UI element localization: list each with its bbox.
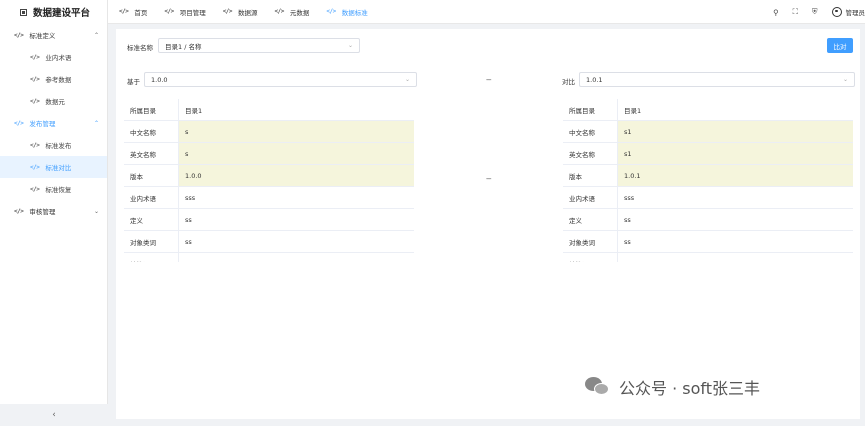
table-row: 英文名称 s1	[563, 143, 853, 165]
sidebar-item-standard-compare[interactable]: </> 标准对比	[0, 156, 107, 178]
user-avatar-icon[interactable]	[831, 7, 842, 17]
chevron-up-icon: ⌃	[93, 31, 99, 39]
code-icon: </>	[30, 75, 40, 83]
chevron-down-icon: ⌄	[347, 42, 353, 49]
code-icon: </>	[30, 53, 40, 61]
search-icon[interactable]: ⚲	[773, 8, 779, 17]
code-icon: </>	[30, 141, 40, 149]
table-row: 定义 ss	[124, 209, 414, 231]
sidebar-item-data-element[interactable]: </> 数据元	[0, 90, 107, 112]
sidebar-item-industry-terms[interactable]: </> 业内术语	[0, 46, 107, 68]
base-label: 基于	[127, 78, 140, 86]
sidebar-nav: </> 标准定义 ⌃ </> 业内术语 </> 参考数据 </> 数据元 </> 发布管理…	[0, 24, 107, 222]
target-version-select[interactable]: 1.0.1 ⌄	[579, 72, 855, 87]
table-row: 对象类词 ss	[124, 231, 414, 253]
code-icon: </>	[119, 8, 129, 15]
separator: ---	[486, 175, 491, 183]
watermark: 公众号 · soft张三丰	[585, 375, 760, 399]
table-row: 版本 1.0.0	[124, 165, 414, 187]
chevron-up-icon: ⌃	[93, 119, 99, 127]
sidebar-group-release-management[interactable]: </> 发布管理 ⌃	[0, 112, 107, 134]
standard-name-label: 标准名称	[127, 44, 153, 52]
code-icon: </>	[14, 31, 24, 39]
table-row: 业内术语 sss	[124, 187, 414, 209]
table-row: 所属目录 目录1	[124, 99, 414, 121]
table-row: 特性词ss	[563, 253, 853, 262]
table-row: 业内术语 sss	[563, 187, 853, 209]
top-actions: ⚲ ⛶ ⛨ 管理员	[759, 0, 865, 24]
logo-icon	[20, 8, 27, 16]
sidebar-item-reference-data[interactable]: </> 参考数据	[0, 68, 107, 90]
standard-name-select[interactable]: 目录1 / 名称 ⌄	[158, 38, 360, 53]
sidebar: 数据建设平台 </> 标准定义 ⌃ </> 业内术语 </> 参考数据 </> 数据元 …	[0, 0, 108, 426]
code-icon: </>	[164, 8, 174, 15]
chevron-down-icon: ⌄	[93, 207, 99, 215]
code-icon: </>	[274, 8, 285, 15]
table-row: 中文名称 s	[124, 121, 414, 143]
wechat-icon	[585, 377, 611, 397]
base-version-select[interactable]: 1.0.0 ⌄	[144, 72, 417, 87]
top-nav: </> 首页 </> 项目管理 </> 数据源 </> 元数据 </> 数据标准 ⚲ ⛶ …	[108, 0, 865, 24]
sidebar-item-standard-restore[interactable]: </> 标准恢复	[0, 178, 107, 200]
tab-data-standard[interactable]: </> 数据标准	[326, 7, 367, 17]
sidebar-group-review-management[interactable]: </> 审核管理 ⌄	[0, 200, 107, 222]
table-row: 特性词ss	[124, 253, 414, 262]
code-icon: </>	[326, 8, 336, 15]
tab-metadata[interactable]: </> 元数据	[275, 7, 310, 17]
tab-home[interactable]: </> 首页	[119, 7, 147, 17]
chevron-down-icon: ⌄	[404, 76, 410, 83]
table-row: 中文名称 s1	[563, 121, 853, 143]
main-panel: 标准名称 目录1 / 名称 ⌄ 比对 基于 1.0.0 ⌄ --- 对比 1.0…	[116, 29, 860, 419]
target-label: 对比	[562, 78, 575, 86]
app-logo: 数据建设平台	[0, 0, 107, 24]
code-icon: </>	[30, 163, 40, 171]
tab-project-management[interactable]: </> 项目管理	[164, 7, 205, 17]
code-icon: </>	[30, 185, 40, 193]
base-compare-table: 所属目录 目录1 中文名称 s 英文名称 s 版本 1.0.0 业内术语 sss 定义 ss…	[124, 99, 414, 262]
chevron-down-icon: ⌄	[842, 76, 848, 83]
table-row: 定义 ss	[563, 209, 853, 231]
target-compare-table: 所属目录 目录1 中文名称 s1 英文名称 s1 版本 1.0.1 业内术语 sss 定义…	[563, 99, 853, 262]
user-name[interactable]: 管理员	[846, 7, 865, 17]
sidebar-item-standard-release[interactable]: </> 标准发布	[0, 134, 107, 156]
table-row: 版本 1.0.1	[563, 165, 853, 187]
shield-icon[interactable]: ⛨	[812, 7, 818, 17]
sidebar-group-standard-definition[interactable]: </> 标准定义 ⌃	[0, 24, 107, 46]
table-row: 英文名称 s	[124, 143, 414, 165]
tab-data-source[interactable]: </> 数据源	[223, 7, 258, 17]
chevron-left-icon: ‹	[52, 410, 56, 420]
table-row: 所属目录 目录1	[563, 99, 853, 121]
separator: ---	[486, 76, 491, 84]
code-icon: </>	[222, 8, 233, 15]
watermark-text: 公众号 · soft张三丰	[619, 379, 761, 398]
fullscreen-icon[interactable]: ⛶	[793, 7, 798, 17]
table-row: 对象类词 ss	[563, 231, 853, 253]
code-icon: </>	[30, 97, 40, 105]
app-title: 数据建设平台	[33, 8, 91, 19]
code-icon: </>	[14, 119, 24, 127]
code-icon: </>	[14, 207, 24, 215]
sidebar-collapse-button[interactable]: ‹	[0, 404, 108, 426]
compare-button[interactable]: 比对	[827, 38, 853, 53]
